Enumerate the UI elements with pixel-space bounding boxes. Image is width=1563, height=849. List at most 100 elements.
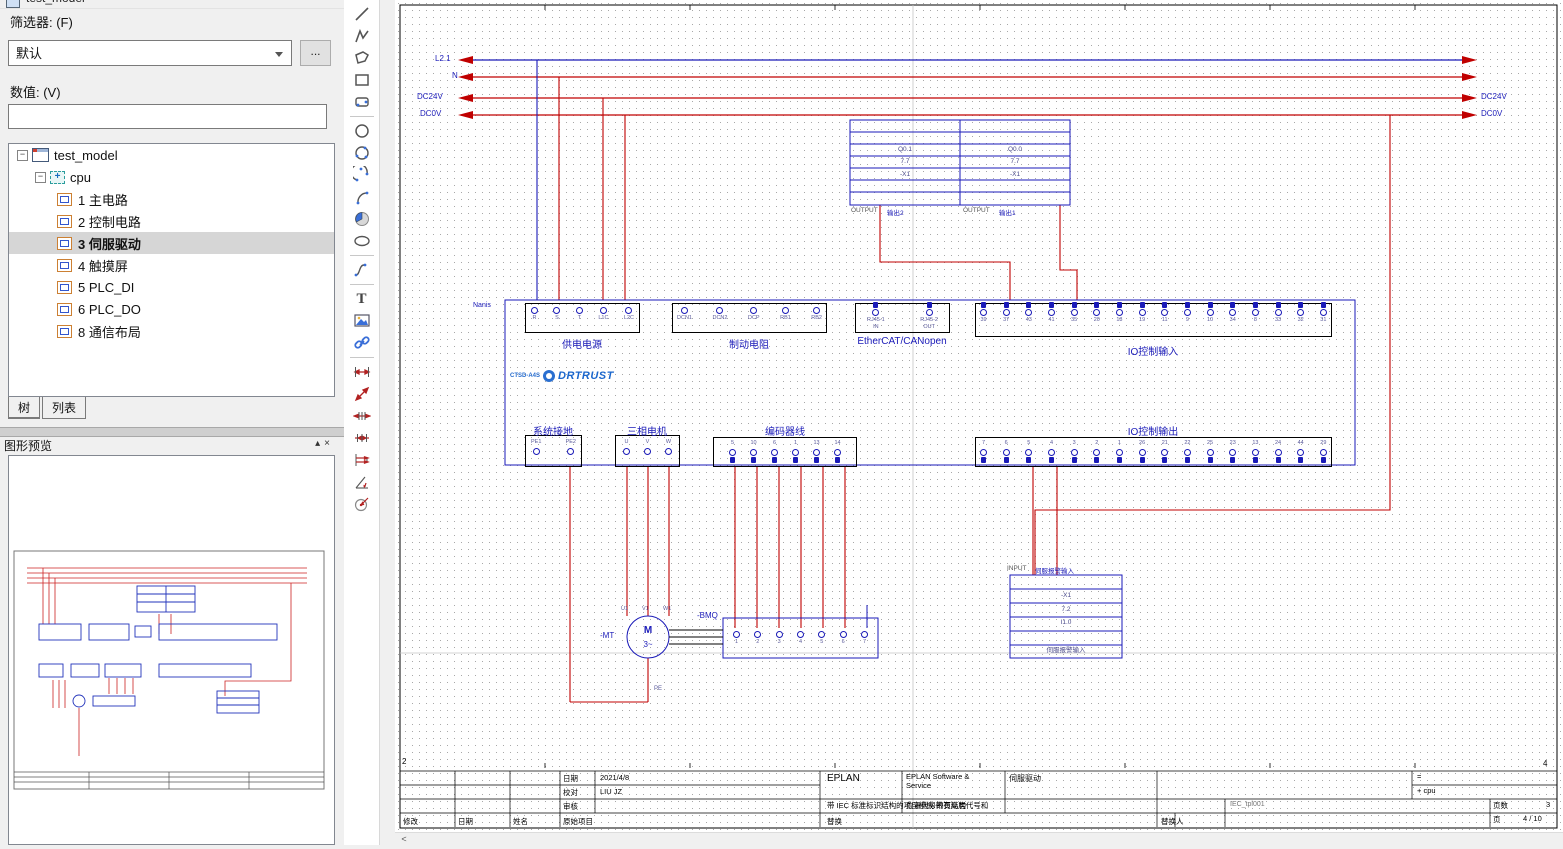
terminal-pin[interactable]: L2C <box>624 307 634 322</box>
terminal-pin[interactable]: 11 <box>1161 302 1168 324</box>
terminal-pin[interactable]: 7 <box>861 631 868 646</box>
terminal-pin[interactable]: 43 <box>1025 302 1032 324</box>
image-tool-icon[interactable] <box>349 310 375 332</box>
terminal-pin[interactable]: 22 <box>1184 441 1191 463</box>
terminal-pin[interactable]: RB2 <box>811 307 822 322</box>
rail-label-dc24v-right[interactable]: DC24V <box>1481 92 1507 101</box>
schematic-canvas[interactable]: L2.1 N DC24V DC0V DC24V DC0V Q0.17.7-X1 … <box>395 0 1563 845</box>
terminal-pin[interactable]: 14 <box>834 441 841 463</box>
tab-tree[interactable]: 树 <box>8 397 40 419</box>
dimension-continued-tool-icon[interactable] <box>349 427 375 449</box>
tree-page-1[interactable]: 1 主电路 <box>9 188 334 210</box>
terminal-pin[interactable]: 41 <box>1048 302 1055 324</box>
encoder-block-tag[interactable]: -BMQ <box>697 611 718 620</box>
terminal-pin[interactable]: 32 <box>1297 302 1304 324</box>
rail-label-dc0v[interactable]: DC0V <box>420 109 441 118</box>
dimension-chain-tool-icon[interactable] <box>349 405 375 427</box>
terminal-pin[interactable]: 31 <box>1320 302 1327 324</box>
sector-tool-icon[interactable] <box>349 208 375 230</box>
rail-label-n[interactable]: N <box>452 71 458 80</box>
terminal-pin[interactable]: 2 <box>1093 441 1100 463</box>
rail-label-dc0v-right[interactable]: DC0V <box>1481 109 1502 118</box>
terminal-pin[interactable]: 18 <box>1116 302 1123 324</box>
terminal-pin[interactable]: 39 <box>980 302 987 324</box>
terminal-pin[interactable]: U <box>623 440 630 455</box>
terminal-pin[interactable]: 5 <box>729 441 736 463</box>
terminal-pin[interactable]: 21 <box>1161 441 1168 463</box>
terminal-pin[interactable]: 44 <box>1297 441 1304 463</box>
horizontal-scrollbar[interactable]: < <box>395 832 1563 846</box>
terminal-pin[interactable]: 6 <box>840 631 847 646</box>
scroll-left-icon[interactable]: < <box>396 833 412 845</box>
terminal-pin[interactable]: 19 <box>1139 302 1146 324</box>
terminal-pin[interactable]: 23 <box>1229 441 1236 463</box>
terminal-pin[interactable]: 4 <box>797 631 804 646</box>
terminal-pin[interactable]: 9 <box>1184 302 1191 324</box>
terminal-pin[interactable]: 6 <box>771 441 778 463</box>
terminal-pin[interactable]: 24 <box>1275 441 1282 463</box>
rectangle-tool-icon[interactable] <box>349 69 375 91</box>
terminal-pin[interactable]: 13 <box>813 441 820 463</box>
tab-list[interactable]: 列表 <box>42 397 86 419</box>
tree-page-2[interactable]: 2 控制电路 <box>9 210 334 232</box>
value-input[interactable] <box>8 104 327 129</box>
terminal-pin[interactable]: W <box>665 440 672 455</box>
tree-page-3-selected[interactable]: 3 伺服驱动 <box>9 232 334 254</box>
terminal-pin[interactable]: 34 <box>1229 302 1236 324</box>
terminal-pin[interactable]: S <box>553 307 560 322</box>
input-table-rows[interactable]: -X17.2I1.0伺服报警输入 <box>1010 575 1122 658</box>
close-icon[interactable]: × <box>324 438 334 449</box>
motor-tag[interactable]: -MT <box>600 631 614 640</box>
terminal-pin[interactable]: 5 <box>818 631 825 646</box>
terminal-pin[interactable]: 1 <box>792 441 799 463</box>
preview-thumbnail[interactable] <box>8 455 335 845</box>
arc-tool-icon[interactable] <box>349 186 375 208</box>
dimension-radius-tool-icon[interactable] <box>349 493 375 515</box>
terminal-pin[interactable]: DCN1 <box>677 307 692 322</box>
terminal-pin[interactable]: 20 <box>1093 302 1100 324</box>
rj45-port[interactable]: RJ45-2OUT <box>920 302 938 330</box>
terminal-pin[interactable]: 5 <box>1025 441 1032 463</box>
collapse-icon[interactable]: ▴ <box>315 438 324 449</box>
terminal-pin[interactable]: DCN2 <box>712 307 727 322</box>
terminal-pin[interactable]: DCP <box>748 307 760 322</box>
tree-page-4[interactable]: 4 触摸屏 <box>9 254 334 276</box>
dimension-baseline-tool-icon[interactable] <box>349 449 375 471</box>
terminal-pin[interactable]: 26 <box>1139 441 1146 463</box>
output-table-left[interactable]: Q0.17.7-X1 <box>850 120 960 193</box>
terminal-pin[interactable]: V <box>644 440 651 455</box>
terminal-pin[interactable]: 4 <box>1048 441 1055 463</box>
circle-tool-icon[interactable] <box>349 120 375 142</box>
dimension-angle-tool-icon[interactable] <box>349 471 375 493</box>
collapse-expander-icon[interactable]: − <box>35 172 46 183</box>
terminal-pin[interactable]: PE2 <box>566 440 576 455</box>
ellipse-tool-icon[interactable] <box>349 230 375 252</box>
terminal-pin[interactable]: R <box>531 307 538 322</box>
terminal-pin[interactable]: 3 <box>776 631 783 646</box>
terminal-pin[interactable]: 1 <box>733 631 740 646</box>
circle-3-point-tool-icon[interactable] <box>349 142 375 164</box>
tree-page-6[interactable]: 6 PLC_DO <box>9 298 334 320</box>
tree-page-8[interactable]: 8 通信布局 <box>9 320 334 342</box>
tree-node-project[interactable]: − test_model <box>9 144 334 166</box>
tree-node-cpu[interactable]: − + cpu <box>9 166 334 188</box>
terminal-pin[interactable]: 25 <box>1207 441 1214 463</box>
terminal-pin[interactable]: T <box>576 307 583 322</box>
rj45-port[interactable]: RJ45-1IN <box>867 302 885 330</box>
terminal-pin[interactable]: 6 <box>1003 441 1010 463</box>
hyperlink-tool-icon[interactable] <box>349 332 375 354</box>
terminal-pin[interactable]: 10 <box>1207 302 1214 324</box>
dimension-linear-tool-icon[interactable] <box>349 361 375 383</box>
line-tool-icon[interactable] <box>349 3 375 25</box>
terminal-pin[interactable]: L1C <box>598 307 608 322</box>
collapse-expander-icon[interactable]: − <box>17 150 28 161</box>
filter-select[interactable]: 默认 <box>8 40 292 66</box>
spline-tool-icon[interactable] <box>349 259 375 281</box>
device-tag[interactable]: Nanis <box>473 302 491 309</box>
terminal-pin[interactable]: 35 <box>1071 302 1078 324</box>
polyline-tool-icon[interactable] <box>349 25 375 47</box>
text-tool-icon[interactable]: T <box>349 288 375 310</box>
filter-browse-button[interactable]: ... <box>300 40 331 66</box>
rail-label-l21[interactable]: L2.1 <box>435 54 451 63</box>
tree-page-5[interactable]: 5 PLC_DI <box>9 276 334 298</box>
